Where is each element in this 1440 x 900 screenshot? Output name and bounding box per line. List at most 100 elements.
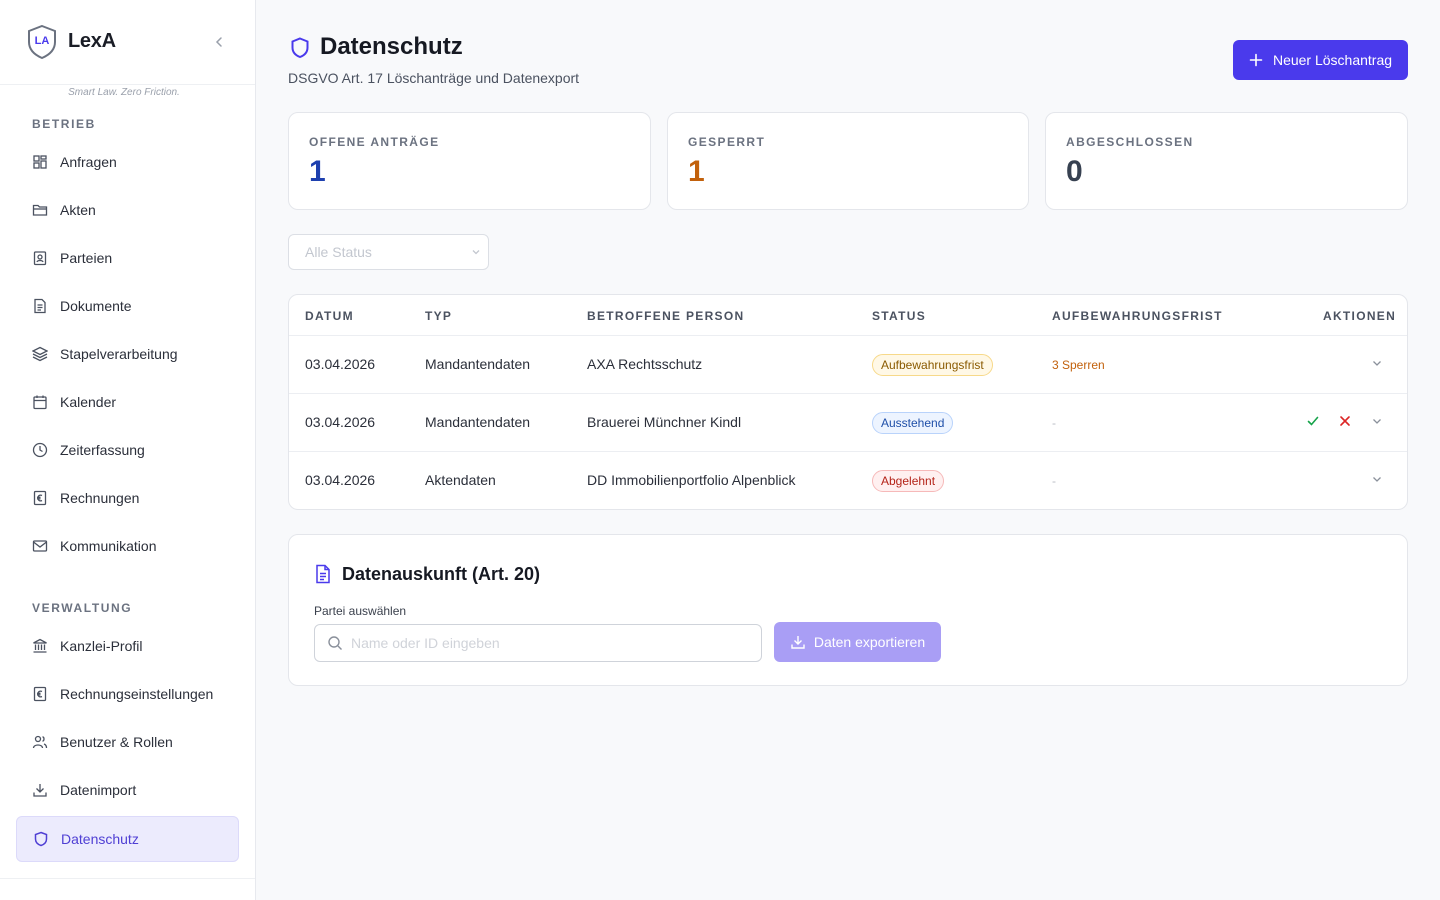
stat-card-gesperrt: GESPERRT 1 — [667, 112, 1029, 210]
stat-label: ABGESCHLOSSEN — [1066, 135, 1194, 149]
status-badge: Abgelehnt — [872, 470, 945, 492]
sidebar-item-label: Benutzer & Rollen — [60, 734, 173, 750]
sidebar-item-label: Kommunikation — [60, 538, 157, 554]
export-data-label: Daten exportieren — [813, 634, 926, 650]
sidebar-item-dokumente[interactable]: Dokumente — [16, 284, 239, 328]
retention-empty: - — [1052, 416, 1056, 430]
expand-row-button[interactable] — [1366, 468, 1388, 490]
brand-name: LexA — [68, 30, 116, 52]
expand-row-button[interactable] — [1366, 352, 1388, 374]
sidebar-item-label: Kanzlei-Profil — [60, 638, 143, 654]
close-icon — [1340, 416, 1350, 426]
table-row: 03.04.2026 Mandantendaten AXA Rechtsschu… — [289, 336, 1407, 394]
sidebar-item-kommunikation[interactable]: Kommunikation — [16, 524, 239, 568]
party-search-field[interactable] — [314, 624, 762, 662]
sidebar-item-label: Zeiterfassung — [60, 442, 145, 458]
cell-type: Mandantendaten — [425, 356, 531, 372]
export-title: Datenauskunft (Art. 20) — [342, 564, 541, 584]
sidebar-item-kalender[interactable]: Kalender — [16, 380, 239, 424]
sidebar-item-rechnungen[interactable]: Rechnungen — [16, 476, 239, 520]
approve-button[interactable] — [1302, 410, 1324, 432]
reject-button[interactable] — [1334, 410, 1356, 432]
column-header-status: STATUS — [872, 309, 927, 323]
sidebar-item-zeiterfassung[interactable]: Zeiterfassung — [16, 428, 239, 472]
check-icon — [1307, 416, 1319, 426]
data-export-card: Datenauskunft (Art. 20) Partei auswählen… — [288, 534, 1408, 686]
search-icon — [328, 636, 342, 650]
table-row: 03.04.2026 Mandantendaten Brauerei Münch… — [289, 394, 1407, 452]
shield-icon — [291, 37, 309, 59]
new-deletion-request-label: Neuer Löschantrag — [1272, 52, 1393, 68]
cell-person: AXA Rechtsschutz — [587, 356, 703, 372]
mail-icon — [32, 538, 48, 554]
brand-tagline: Smart Law. Zero Friction. — [68, 87, 180, 98]
sidebar-item-datenschutz[interactable]: Datenschutz — [16, 816, 239, 862]
party-search-input[interactable] — [351, 635, 741, 651]
section-label-verwaltung: VERWALTUNG — [32, 601, 133, 615]
deletion-requests-table: DATUM TYP BETROFFENE PERSON STATUS AUFBE… — [288, 294, 1408, 510]
sidebar-item-label: Datenschutz — [61, 831, 139, 847]
column-header-frist: AUFBEWAHRUNGSFRIST — [1052, 309, 1223, 323]
main-content: Datenschutz DSGVO Art. 17 Löschanträge u… — [256, 0, 1440, 900]
status-badge: Ausstehend — [872, 412, 954, 434]
status-filter-select[interactable]: Alle Status — [288, 234, 489, 270]
clock-icon — [32, 442, 48, 458]
cell-date: 03.04.2026 — [305, 472, 376, 488]
document-icon — [32, 298, 48, 314]
stat-card-offen: OFFENE ANTRÄGE 1 — [288, 112, 651, 210]
chevron-down-icon — [1373, 361, 1381, 366]
collapse-sidebar-button[interactable] — [208, 32, 230, 52]
new-deletion-request-button[interactable]: Neuer Löschantrag — [1233, 40, 1408, 80]
brand-header: LA LexA — [0, 0, 255, 85]
sidebar-item-datenimport[interactable]: Datenimport — [16, 768, 239, 812]
users-icon — [32, 734, 48, 750]
status-filter-value: Alle Status — [305, 244, 372, 260]
shield-icon — [33, 831, 49, 847]
sidebar-item-label: Rechnungen — [60, 490, 140, 506]
sidebar: LA LexA Smart Law. Zero Friction. BETRIE… — [0, 0, 256, 900]
cell-date: 03.04.2026 — [305, 356, 376, 372]
sidebar-item-akten[interactable]: Akten — [16, 188, 239, 232]
cell-type: Aktendaten — [425, 472, 496, 488]
sidebar-item-anfragen[interactable]: Anfragen — [16, 140, 239, 184]
retention-empty: - — [1052, 474, 1056, 488]
chevron-down-icon — [1373, 419, 1381, 424]
status-badge: Aufbewahrungsfrist — [872, 354, 993, 376]
section-label-betrieb: BETRIEB — [32, 117, 96, 131]
column-header-datum: DATUM — [305, 309, 354, 323]
cell-person: Brauerei Münchner Kindl — [587, 414, 742, 430]
sidebar-item-stapelverarbeitung[interactable]: Stapelverarbeitung — [16, 332, 239, 376]
cell-type: Mandantendaten — [425, 414, 531, 430]
column-header-typ: TYP — [425, 309, 453, 323]
sidebar-footer-divider — [0, 878, 255, 879]
stat-value: 1 — [309, 155, 326, 188]
svg-text:LA: LA — [35, 35, 50, 47]
sidebar-item-label: Akten — [60, 202, 96, 218]
sidebar-item-label: Dokumente — [60, 298, 132, 314]
chevron-down-icon — [472, 250, 480, 255]
sidebar-item-benutzer-rollen[interactable]: Benutzer & Rollen — [16, 720, 239, 764]
party-field-label: Partei auswählen — [314, 604, 407, 618]
expand-row-button[interactable] — [1366, 410, 1388, 432]
sidebar-item-label: Stapelverarbeitung — [60, 346, 178, 362]
chevron-down-icon — [1373, 477, 1381, 482]
sidebar-item-parteien[interactable]: Parteien — [16, 236, 239, 280]
calendar-icon — [32, 394, 48, 410]
export-data-button[interactable]: Daten exportieren — [774, 622, 941, 662]
grid-icon — [32, 154, 48, 170]
stat-label: OFFENE ANTRÄGE — [309, 135, 440, 149]
stat-value: 1 — [688, 155, 705, 188]
table-row: 03.04.2026 Aktendaten DD Immobilienportf… — [289, 452, 1407, 509]
table-header: DATUM TYP BETROFFENE PERSON STATUS AUFBE… — [289, 295, 1407, 336]
folder-icon — [32, 202, 48, 218]
chevron-left-icon — [215, 37, 222, 47]
sidebar-item-label: Parteien — [60, 250, 113, 266]
stat-value: 0 — [1066, 155, 1083, 188]
sidebar-item-rechnungseinstellungen[interactable]: Rechnungseinstellungen — [16, 672, 239, 716]
lexa-logo-icon: LA — [28, 25, 56, 59]
download-icon — [791, 636, 805, 649]
sidebar-item-kanzlei-profil[interactable]: Kanzlei-Profil — [16, 624, 239, 668]
column-header-aktionen: AKTIONEN — [1323, 309, 1397, 323]
sidebar-item-label: Anfragen — [60, 154, 117, 170]
retention-locks: 3 Sperren — [1052, 358, 1105, 372]
